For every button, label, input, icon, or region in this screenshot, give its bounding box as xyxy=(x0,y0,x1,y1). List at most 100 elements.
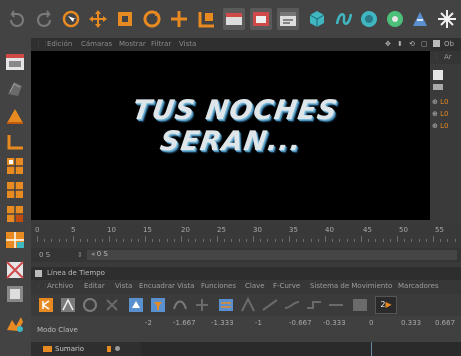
orbit-icon[interactable]: ⟲ xyxy=(409,40,415,48)
maximize-icon[interactable]: ▢ xyxy=(421,40,428,48)
snap-icon[interactable] xyxy=(4,260,26,280)
grid-icon[interactable] xyxy=(4,284,26,304)
add-icon[interactable] xyxy=(168,8,190,30)
object-row-label: L0 xyxy=(440,122,449,130)
curve-step-icon[interactable] xyxy=(305,296,323,314)
menu-filtrar[interactable]: Filtrar xyxy=(151,40,171,48)
render-view-icon[interactable] xyxy=(223,8,245,30)
ruler-tick xyxy=(303,239,305,242)
curve-ease-icon[interactable] xyxy=(283,296,301,314)
timeline-row[interactable]: Sumario xyxy=(31,342,461,356)
timeline-value: -1.333 xyxy=(211,319,234,327)
deformer-icon[interactable] xyxy=(409,8,431,30)
menu-f-curve[interactable]: F-Curve xyxy=(273,282,300,290)
object-row[interactable]: ⊕ L0 xyxy=(432,110,448,118)
spline-mode-icon[interactable] xyxy=(171,296,189,314)
object-row[interactable]: ⊕ L0 xyxy=(432,122,448,130)
menu-vista[interactable]: Vista xyxy=(179,40,196,48)
menu-vista[interactable]: Vista xyxy=(115,282,132,290)
timeline-value: 0.333 xyxy=(401,319,422,327)
ruler-tick xyxy=(339,239,341,242)
menu-editar[interactable]: Editar xyxy=(84,282,105,290)
key-mode-icon[interactable] xyxy=(37,296,55,314)
menu-archivo[interactable]: Ar xyxy=(444,53,452,61)
viewport[interactable]: TUS NOCHES SERAN... xyxy=(31,51,430,220)
menu-marcadores[interactable]: Marcadores xyxy=(398,282,439,290)
model-mode-icon[interactable] xyxy=(4,106,26,126)
cube-icon[interactable] xyxy=(306,8,328,30)
edges-icon[interactable] xyxy=(4,180,26,200)
fcurve-mode-icon[interactable] xyxy=(59,296,77,314)
menu-encuadrar-vista[interactable]: Encuadrar Vista xyxy=(139,282,194,290)
ruler-tick xyxy=(238,239,240,242)
curve-linear-icon[interactable] xyxy=(261,296,279,314)
rotate-icon[interactable] xyxy=(141,8,163,30)
filter-icon[interactable] xyxy=(149,296,167,314)
polygons-icon[interactable] xyxy=(4,204,26,224)
render-settings-icon[interactable] xyxy=(277,8,299,30)
ruler-tick xyxy=(404,239,406,242)
ruler-tick xyxy=(267,239,269,242)
menu-edicion[interactable]: Edición xyxy=(47,40,72,48)
pan-icon[interactable]: ✥ xyxy=(385,40,391,48)
frame-range-slider[interactable]: ◂ 0 S xyxy=(87,250,457,260)
key-count-badge[interactable]: 2▶ xyxy=(375,296,397,314)
ruler-tick xyxy=(231,239,233,242)
menu-archivo[interactable]: Archivo xyxy=(47,282,73,290)
undo-icon[interactable] xyxy=(6,8,28,30)
solo-dot-icon[interactable] xyxy=(115,346,120,351)
object-manager-header: Ob xyxy=(430,38,461,51)
playhead[interactable] xyxy=(371,342,372,356)
coordinate-system-icon[interactable] xyxy=(196,8,218,30)
grip-icon: ⋮ xyxy=(433,53,440,61)
timeline-value: -0.333 xyxy=(323,319,346,327)
record-icon[interactable] xyxy=(127,296,145,314)
curve-flat-icon[interactable] xyxy=(327,296,345,314)
viewport-icon[interactable] xyxy=(4,52,26,72)
scale-icon[interactable] xyxy=(114,8,136,30)
key-reduce-icon[interactable] xyxy=(351,296,369,314)
redo-icon[interactable] xyxy=(33,8,55,30)
row-track[interactable] xyxy=(141,342,461,356)
nurbs-icon[interactable] xyxy=(358,8,380,30)
scene-light-icon[interactable] xyxy=(436,8,458,30)
ripple-icon[interactable] xyxy=(103,296,121,314)
ruler-tick xyxy=(73,236,74,242)
ruler-label: 40 xyxy=(325,226,334,234)
timeline-value: -1.667 xyxy=(173,319,196,327)
object-row[interactable]: ⊕ L0 xyxy=(432,98,448,106)
menu-clave[interactable]: Clave xyxy=(245,282,265,290)
link-icon[interactable] xyxy=(239,296,257,314)
ruler-tick xyxy=(188,239,190,242)
frame-bar: 0 S ⇕ ◂ 0 S xyxy=(31,248,461,262)
hierarchy-icon[interactable] xyxy=(193,296,211,314)
ruler-tick xyxy=(418,239,420,242)
live-select-icon[interactable] xyxy=(60,8,82,30)
texture-icon[interactable] xyxy=(4,78,26,98)
ruler-label: 55 xyxy=(435,226,444,234)
paint-icon[interactable] xyxy=(4,314,26,334)
timeline-value-ruler[interactable]: Modo Clave -2 -1.667 -1.333 -1 -0.667 -0… xyxy=(31,316,461,342)
menu-camaras[interactable]: Cámaras xyxy=(81,40,112,48)
points-icon[interactable] xyxy=(4,156,26,176)
render-picture-viewer-icon[interactable] xyxy=(250,8,272,30)
menu-sistema-de-movimiento[interactable]: Sistema de Movimiento xyxy=(310,282,392,290)
motion-mode-icon[interactable] xyxy=(81,296,99,314)
move-icon[interactable] xyxy=(87,8,109,30)
axis-icon[interactable] xyxy=(4,132,26,152)
dolly-icon[interactable]: ⬍ xyxy=(397,40,403,48)
object-row-label: L0 xyxy=(440,110,449,118)
ruler-tick xyxy=(296,239,298,242)
array-icon[interactable] xyxy=(384,8,406,30)
soft-icon[interactable] xyxy=(4,230,26,250)
menu-mostrar[interactable]: Mostrar xyxy=(119,40,146,48)
layer-icon[interactable] xyxy=(217,296,235,314)
ruler-tick xyxy=(289,236,290,242)
ruler-tick xyxy=(109,236,110,242)
ruler-label: 30 xyxy=(253,226,262,234)
menu-funciones[interactable]: Funciones xyxy=(201,282,236,290)
ruler-tick xyxy=(101,239,103,242)
frame-stepper[interactable]: ⇕ xyxy=(77,251,83,259)
spline-icon[interactable] xyxy=(333,8,355,30)
timeline-ruler[interactable]: 0 5 10 15 20 25 30 35 40 45 50 55 xyxy=(31,222,461,248)
